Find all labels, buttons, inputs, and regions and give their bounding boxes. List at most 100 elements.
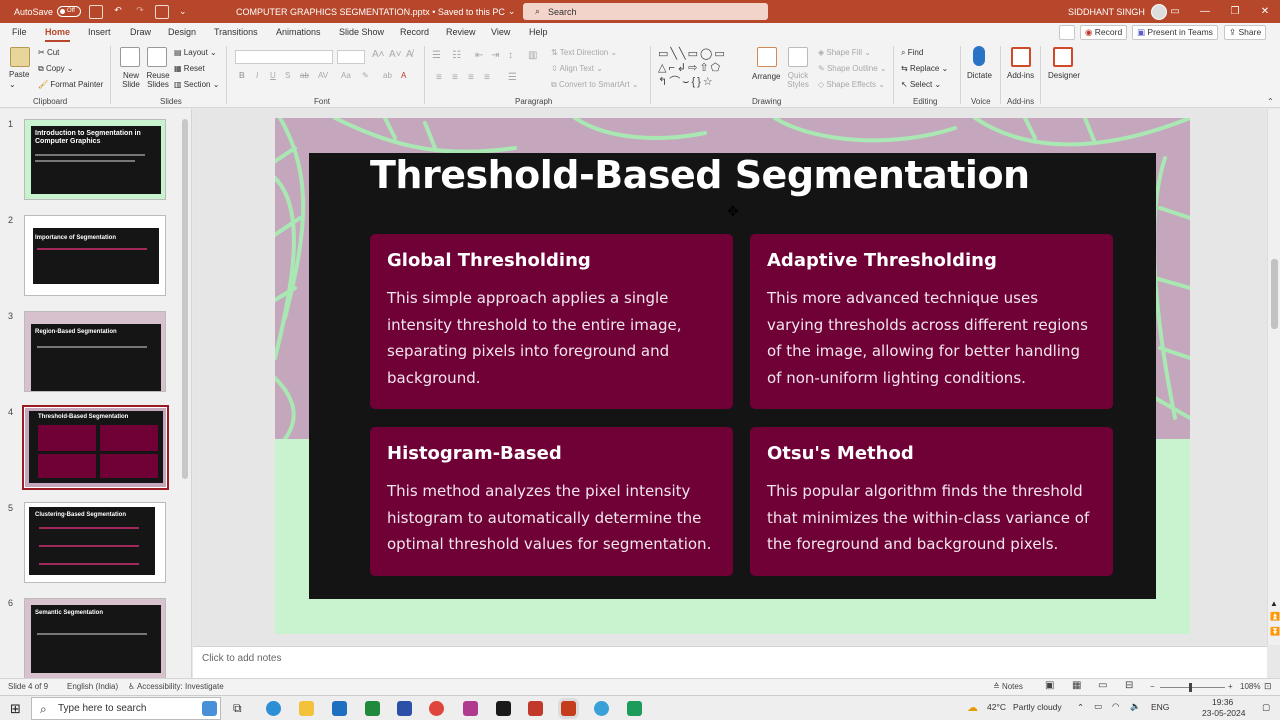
language-indicator[interactable]: English (India): [67, 682, 118, 691]
close-button[interactable]: ✕: [1250, 6, 1280, 17]
weather-icon[interactable]: ☁: [967, 701, 978, 714]
arrange-button[interactable]: Arrange: [752, 72, 780, 81]
task-view-icon[interactable]: ⧉: [233, 701, 242, 716]
font-color-icon[interactable]: A: [401, 71, 406, 80]
zoom-slider[interactable]: [1160, 687, 1225, 688]
underline-icon[interactable]: U: [270, 71, 276, 80]
slide-thumbnail-4[interactable]: Threshold-Based Segmentation: [22, 405, 169, 490]
slide-thumbnail-1[interactable]: Introduction to Segmentation in Computer…: [24, 119, 166, 200]
network-icon[interactable]: ▭: [1094, 701, 1102, 712]
visual-studio-icon[interactable]: [397, 701, 412, 716]
zoom-in-icon[interactable]: +: [1228, 682, 1233, 691]
find-button[interactable]: ⌕ Find: [901, 48, 923, 58]
tab-review[interactable]: Review: [446, 23, 476, 42]
align-left-icon[interactable]: ≡: [436, 72, 442, 83]
tab-insert[interactable]: Insert: [88, 23, 111, 42]
strikethrough-icon[interactable]: ab: [300, 71, 309, 80]
terminal-icon[interactable]: [496, 701, 511, 716]
present-in-teams-button[interactable]: ▣ Present in Teams: [1132, 25, 1218, 40]
reading-view-icon[interactable]: ▭: [1098, 680, 1107, 691]
input-language[interactable]: ENG: [1151, 702, 1169, 712]
tab-home[interactable]: Home: [45, 23, 71, 42]
dictate-button[interactable]: Dictate: [967, 71, 992, 80]
edge-browser-icon[interactable]: [266, 701, 281, 716]
volume-icon[interactable]: 🔈: [1130, 701, 1141, 712]
layout-button[interactable]: ▤ Layout ⌄: [174, 48, 217, 57]
numbering-icon[interactable]: ☷: [452, 50, 461, 61]
undo-icon[interactable]: ↶: [111, 5, 125, 19]
windows-start-icon[interactable]: ⊞: [10, 701, 21, 717]
cut-button[interactable]: ✂ Cut: [38, 48, 59, 57]
wifi-icon[interactable]: ◠: [1112, 701, 1119, 712]
card-global-thresholding[interactable]: Global Thresholding This simple approach…: [370, 234, 733, 409]
shadow-icon[interactable]: S: [285, 71, 290, 80]
redo-icon[interactable]: ↷: [133, 5, 147, 19]
slide-title[interactable]: Threshold-Based Segmentation: [370, 153, 1030, 197]
tab-transitions[interactable]: Transitions: [214, 23, 258, 42]
columns-icon[interactable]: ▥: [528, 50, 537, 61]
weather-description[interactable]: Partly cloudy: [1013, 702, 1062, 712]
justify-icon[interactable]: ≡: [484, 72, 490, 83]
tab-view[interactable]: View: [491, 23, 510, 42]
increase-font-icon[interactable]: A˄: [372, 49, 385, 60]
align-text-button[interactable]: ⇳ Align Text ⌄: [551, 64, 603, 73]
comments-icon[interactable]: [1059, 25, 1075, 40]
card-otsus-method[interactable]: Otsu's Method This popular algorithm fin…: [750, 427, 1113, 576]
shapes-gallery[interactable]: ▭╲╲▭◯▭ △⌐↲⇨⇧⬠ ↰⌒⌣{}☆: [658, 47, 748, 91]
slide-thumbnail-5[interactable]: Clustering-Based Segmentation: [24, 502, 166, 583]
decrease-font-icon[interactable]: A˅: [389, 49, 402, 60]
card-histogram-based[interactable]: Histogram-Based This method analyzes the…: [370, 427, 733, 576]
shape-effects-button[interactable]: ◇ Shape Effects ⌄: [818, 80, 885, 89]
align-right-icon[interactable]: ≡: [468, 72, 474, 83]
file-explorer-icon[interactable]: [299, 701, 314, 716]
align-center-icon[interactable]: ≡: [452, 72, 458, 83]
clock-time[interactable]: 19:36: [1212, 697, 1233, 707]
decrease-indent-icon[interactable]: ⇤: [475, 50, 483, 61]
clock-date[interactable]: 23-05-2024: [1202, 708, 1245, 718]
highlight-icon[interactable]: ✎: [362, 71, 369, 80]
document-title[interactable]: COMPUTER GRAPHICS SEGMENTATION.pptx • Sa…: [236, 0, 515, 23]
text-direction-button[interactable]: ⇅ Text Direction ⌄: [551, 48, 617, 57]
powerpoint-icon[interactable]: [561, 701, 576, 716]
shape-fill-button[interactable]: ◈ Shape Fill ⌄: [818, 48, 871, 57]
system-tray-chevron-icon[interactable]: ⌃: [1077, 702, 1084, 713]
weather-temperature[interactable]: 42°C: [987, 702, 1006, 712]
excel-icon[interactable]: [365, 701, 380, 716]
replace-button[interactable]: ⇆ Replace ⌄: [901, 64, 948, 73]
restore-button[interactable]: ❐: [1220, 6, 1250, 17]
current-slide[interactable]: Threshold-Based Segmentation Global Thre…: [275, 118, 1190, 634]
zoom-slider-thumb[interactable]: [1189, 683, 1192, 692]
paste-icon[interactable]: [10, 47, 30, 67]
select-button[interactable]: ↖ Select ⌄: [901, 80, 941, 89]
notifications-icon[interactable]: ▢: [1262, 702, 1270, 713]
scroll-up-icon[interactable]: ▲: [1270, 599, 1278, 608]
thumbnails-scrollbar[interactable]: [180, 111, 190, 676]
paste-button[interactable]: Paste: [9, 70, 29, 79]
previous-slide-icon[interactable]: ⏫: [1270, 612, 1280, 621]
notes-pane[interactable]: Click to add notes: [193, 646, 1267, 678]
format-painter-button[interactable]: 🖌 Format Painter: [38, 80, 103, 89]
reuse-slides-icon[interactable]: [147, 47, 167, 67]
new-slide-icon[interactable]: [120, 47, 140, 67]
customize-toolbar-icon[interactable]: ⌄: [179, 6, 187, 17]
slide-thumbnail-2[interactable]: Importance of Segmentation: [24, 215, 166, 296]
quick-styles-button[interactable]: Quick Styles: [784, 71, 812, 89]
app-b-icon[interactable]: [528, 701, 543, 716]
taskbar-search[interactable]: ⌕ Type here to search: [31, 697, 221, 720]
copy-button[interactable]: ⧉ Copy ⌄: [38, 64, 74, 74]
distributed-icon[interactable]: ☰: [508, 72, 517, 83]
tab-record[interactable]: Record: [400, 23, 429, 42]
tab-design[interactable]: Design: [168, 23, 196, 42]
arrange-icon[interactable]: [757, 47, 777, 67]
designer-button[interactable]: Designer: [1048, 71, 1080, 80]
minimize-button[interactable]: —: [1190, 6, 1220, 17]
chrome-browser-icon[interactable]: [429, 701, 444, 716]
slide-sorter-icon[interactable]: ▦: [1072, 680, 1081, 691]
bold-icon[interactable]: B: [239, 71, 245, 80]
slideshow-icon[interactable]: ⊟: [1125, 680, 1133, 691]
save-icon[interactable]: [89, 4, 103, 19]
slide-scrollbar[interactable]: ▲ ⏫ ⏬: [1267, 109, 1280, 645]
bullets-icon[interactable]: ☰: [432, 50, 441, 61]
zoom-out-icon[interactable]: −: [1150, 682, 1155, 691]
reset-button[interactable]: ▦ Reset: [174, 64, 205, 73]
